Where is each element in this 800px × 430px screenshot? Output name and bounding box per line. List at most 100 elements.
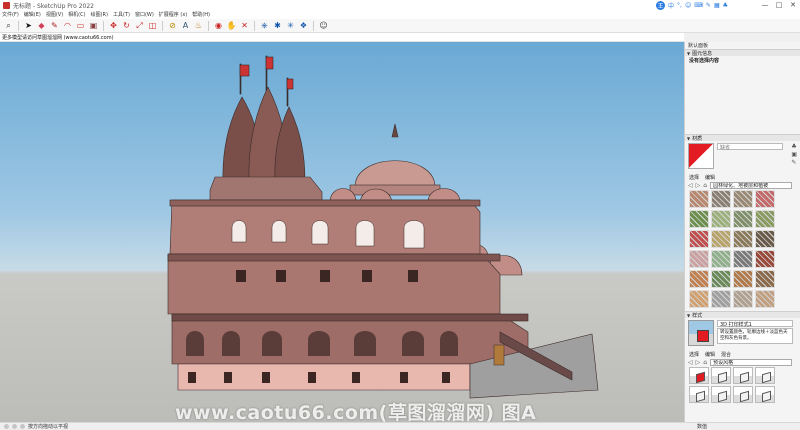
home-icon[interactable]: ⌂ — [703, 182, 707, 189]
text-icon[interactable]: A — [180, 20, 191, 31]
ime-mode-icon[interactable]: 中 — [668, 1, 674, 10]
material-swatch[interactable] — [755, 210, 775, 228]
material-swatch[interactable] — [711, 270, 731, 288]
menu-help[interactable]: 帮助(H) — [192, 11, 210, 18]
material-swatch[interactable] — [733, 230, 753, 248]
style-thumbnail[interactable] — [689, 386, 709, 403]
paint-bucket-icon[interactable]: ♨ — [193, 20, 204, 31]
move-icon[interactable]: ✥ — [108, 20, 119, 31]
share-icon[interactable]: ❖ — [298, 20, 309, 31]
material-library-select[interactable]: 园林绿化、地被层和植被 — [710, 182, 792, 189]
style-thumbnail[interactable] — [755, 367, 775, 384]
menu-camera[interactable]: 相机(C) — [68, 11, 85, 18]
current-material-swatch[interactable] — [688, 143, 714, 169]
sample-paint-icon[interactable]: ✎ — [791, 159, 797, 166]
ime-emoji-icon[interactable]: ☺ — [685, 2, 691, 9]
current-style-thumbnail[interactable] — [688, 320, 714, 346]
menu-extensions[interactable]: 扩展程序 (x) — [159, 11, 187, 18]
tape-measure-icon[interactable]: ⊘ — [167, 20, 178, 31]
material-swatch[interactable] — [689, 230, 709, 248]
style-thumbnail[interactable] — [711, 367, 731, 384]
tab-materials-edit[interactable]: 编辑 — [705, 174, 715, 181]
material-swatch[interactable] — [755, 190, 775, 208]
ime-toolbox-icon[interactable]: ▦ — [714, 2, 720, 9]
pencil-line-icon[interactable]: ✎ — [49, 20, 60, 31]
tab-styles-edit[interactable]: 编辑 — [705, 351, 715, 358]
style-thumbnail[interactable] — [689, 367, 709, 384]
home-icon[interactable]: ⌂ — [703, 359, 707, 366]
ime-logo-icon[interactable]: 王 — [656, 0, 666, 10]
menu-tools[interactable]: 工具(T) — [113, 11, 130, 18]
menu-edit[interactable]: 编辑(E) — [24, 11, 41, 18]
arc-icon[interactable]: ◠ — [62, 20, 73, 31]
rotate-icon[interactable]: ↻ — [121, 20, 132, 31]
help-icon[interactable] — [20, 424, 25, 429]
style-description-field[interactable]: 转设置颜色，轮廓边线＋淡蓝色天空和灰色背景。 — [717, 328, 793, 344]
material-swatch[interactable] — [711, 250, 731, 268]
material-name-field[interactable]: 缺省 — [717, 143, 783, 151]
default-material-icon[interactable]: ▣ — [791, 151, 797, 158]
tab-styles-mix[interactable]: 混合 — [721, 351, 731, 358]
credits-icon[interactable] — [12, 424, 17, 429]
ime-punct-icon[interactable]: °, — [677, 2, 682, 9]
material-swatch[interactable] — [755, 250, 775, 268]
styles-header[interactable]: ▼ 样式 — [685, 311, 800, 319]
style-name-field[interactable]: 3D 打印样式1 — [717, 320, 793, 328]
material-swatch[interactable] — [733, 210, 753, 228]
forward-icon[interactable]: ▷ — [696, 182, 701, 189]
ime-keyboard-icon[interactable]: ⌨ — [694, 2, 703, 9]
menu-view[interactable]: 视图(V) — [46, 11, 63, 18]
material-swatch[interactable] — [689, 290, 709, 308]
material-swatch[interactable] — [711, 290, 731, 308]
back-icon[interactable]: ◁ — [688, 182, 693, 189]
style-thumbnail[interactable] — [733, 367, 753, 384]
entity-info-header[interactable]: ▼ 图元信息 — [685, 49, 800, 57]
tab-styles-select[interactable]: 选择 — [689, 351, 699, 358]
pan-icon[interactable]: ✋ — [226, 20, 237, 31]
materials-header[interactable]: ▼ 材质 — [685, 134, 800, 142]
material-swatch[interactable] — [711, 190, 731, 208]
material-swatch[interactable] — [755, 290, 775, 308]
layout-icon[interactable]: ✳ — [285, 20, 296, 31]
style-thumbnail[interactable] — [733, 386, 753, 403]
close-button[interactable]: ✕ — [786, 1, 800, 9]
material-swatch[interactable] — [689, 190, 709, 208]
zoom-extents-icon[interactable]: ✕ — [239, 20, 250, 31]
material-swatch[interactable] — [755, 270, 775, 288]
material-swatch[interactable] — [711, 210, 731, 228]
material-swatch[interactable] — [689, 210, 709, 228]
maximize-button[interactable]: □ — [772, 1, 786, 9]
ime-skin-icon[interactable]: ♣ — [723, 2, 728, 9]
tab-materials-select[interactable]: 选择 — [689, 174, 699, 181]
menu-file[interactable]: 文件(F) — [2, 11, 19, 18]
offset-icon[interactable]: ◫ — [147, 20, 158, 31]
menu-draw[interactable]: 绘图(R) — [91, 11, 108, 18]
forward-icon[interactable]: ▷ — [696, 359, 701, 366]
material-swatch[interactable] — [733, 250, 753, 268]
menu-window[interactable]: 窗口(W) — [135, 11, 154, 18]
extension-warehouse-icon[interactable]: ✱ — [272, 20, 283, 31]
material-swatch[interactable] — [755, 230, 775, 248]
warehouse-icon[interactable]: ⎈ — [259, 20, 270, 31]
geo-location-icon[interactable] — [4, 424, 9, 429]
minimize-button[interactable]: — — [758, 1, 772, 9]
material-swatch[interactable] — [689, 250, 709, 268]
material-swatch[interactable] — [733, 190, 753, 208]
material-swatch[interactable] — [733, 270, 753, 288]
eraser-icon[interactable]: ◆ — [36, 20, 47, 31]
create-material-icon[interactable]: ♣ — [791, 143, 797, 150]
modeling-viewport[interactable]: www.caotu66.com(草图溜溜网) 图A — [0, 42, 684, 422]
user-icon[interactable]: ☺ — [318, 20, 329, 31]
pushpull-icon[interactable]: ▣ — [88, 20, 99, 31]
ime-handwrite-icon[interactable]: ✎ — [706, 2, 711, 9]
style-thumbnail[interactable] — [755, 386, 775, 403]
style-thumbnail[interactable] — [711, 386, 731, 403]
material-swatch[interactable] — [689, 270, 709, 288]
orbit-icon[interactable]: ◉ — [213, 20, 224, 31]
select-arrow-icon[interactable]: ➤ — [23, 20, 34, 31]
scale-icon[interactable]: ⤢ — [134, 20, 145, 31]
search-icon[interactable]: ⌕ — [3, 20, 14, 31]
style-collection-select[interactable]: 预设风格 — [710, 359, 792, 366]
rectangle-icon[interactable]: ▭ — [75, 20, 86, 31]
material-swatch[interactable] — [733, 290, 753, 308]
